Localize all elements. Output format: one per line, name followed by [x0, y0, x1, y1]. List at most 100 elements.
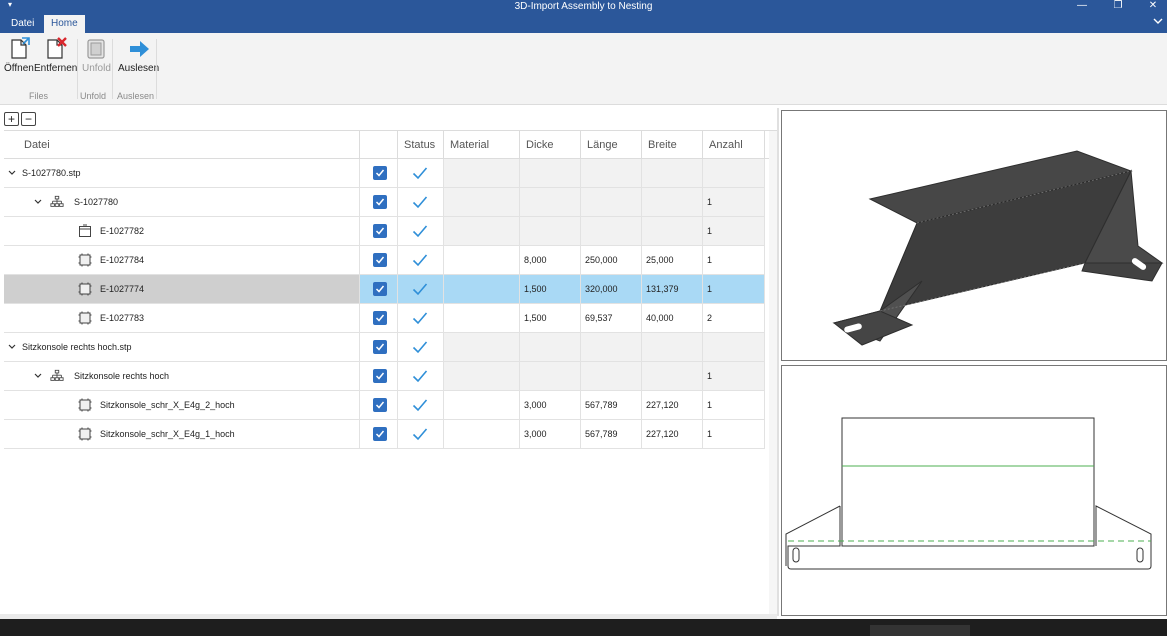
- thickness-cell: [520, 333, 581, 361]
- thickness-cell: [520, 188, 581, 216]
- width-cell: [642, 333, 703, 361]
- column-header-check[interactable]: [360, 131, 398, 159]
- status-ok-icon: [412, 254, 428, 267]
- column-header-material[interactable]: Material: [444, 131, 520, 159]
- status-cell: [398, 159, 444, 187]
- thickness-cell: 8,000: [520, 246, 581, 274]
- title-bar: ▾ 3D-Import Assembly to Nesting — ❐ ✕: [0, 0, 1167, 13]
- include-checkbox[interactable]: [373, 166, 387, 180]
- include-checkbox[interactable]: [373, 369, 387, 383]
- include-cell: [360, 159, 398, 187]
- status-cell: [398, 333, 444, 361]
- panel-splitter[interactable]: [777, 108, 779, 616]
- read-button[interactable]: Auslesen: [118, 37, 159, 75]
- column-header-length[interactable]: Länge: [581, 131, 642, 159]
- length-cell: 69,537: [581, 304, 642, 332]
- close-button[interactable]: ✕: [1145, 0, 1161, 12]
- remove-button[interactable]: Entfernen: [34, 37, 77, 75]
- status-cell: [398, 188, 444, 216]
- status-cell: [398, 420, 444, 448]
- file-name: Sitzkonsole_schr_X_E4g_1_hoch: [100, 429, 235, 439]
- file-cell[interactable]: E-1027783: [4, 304, 360, 332]
- file-name: Sitzkonsole_schr_X_E4g_2_hoch: [100, 400, 235, 410]
- thickness-cell: 1,500: [520, 304, 581, 332]
- include-checkbox[interactable]: [373, 340, 387, 354]
- include-checkbox[interactable]: [373, 427, 387, 441]
- column-header-thickness[interactable]: Dicke: [520, 131, 581, 159]
- grid-vertical-scrollbar[interactable]: [769, 131, 777, 615]
- include-cell: [360, 246, 398, 274]
- file-cell[interactable]: S-1027780.stp: [4, 159, 360, 187]
- file-cell[interactable]: E-1027774: [4, 275, 360, 303]
- thickness-cell: 1,500: [520, 275, 581, 303]
- table-row[interactable]: E-1027774 1,500 320,000 131,379 1: [4, 275, 765, 304]
- table-row[interactable]: Sitzkonsole rechts hoch.stp: [4, 333, 765, 362]
- include-checkbox[interactable]: [373, 195, 387, 209]
- ribbon-collapse-icon[interactable]: [1153, 16, 1163, 26]
- material-cell: [444, 333, 520, 361]
- include-checkbox[interactable]: [373, 224, 387, 238]
- tab-home[interactable]: Home: [44, 15, 85, 33]
- open-button[interactable]: Öffnen: [4, 37, 34, 75]
- arrow-right-icon: [129, 41, 149, 57]
- file-cell[interactable]: E-1027782: [4, 217, 360, 245]
- include-checkbox[interactable]: [373, 253, 387, 267]
- thickness-cell: [520, 362, 581, 390]
- file-name: E-1027782: [100, 226, 145, 236]
- material-cell: [444, 217, 520, 245]
- include-cell: [360, 420, 398, 448]
- file-cell[interactable]: Sitzkonsole rechts hoch: [4, 362, 360, 390]
- table-row[interactable]: S-1027780.stp: [4, 159, 765, 188]
- tab-datei[interactable]: Datei: [4, 15, 41, 33]
- group-label-unfold: Unfold: [80, 91, 107, 101]
- expand-all-button[interactable]: +: [4, 112, 19, 126]
- file-name: E-1027784: [100, 255, 145, 265]
- tree-toolbar: + −: [4, 112, 38, 126]
- count-cell: 1: [703, 217, 765, 245]
- unfold-button[interactable]: Unfold: [82, 37, 111, 75]
- count-cell: [703, 333, 765, 361]
- table-row[interactable]: Sitzkonsole rechts hoch 1: [4, 362, 765, 391]
- width-cell: [642, 362, 703, 390]
- table-row[interactable]: E-1027784 8,000 250,000 25,000 1: [4, 246, 765, 275]
- status-cell: [398, 217, 444, 245]
- window-title: 3D-Import Assembly to Nesting: [514, 1, 653, 12]
- file-cell[interactable]: Sitzkonsole_schr_X_E4g_2_hoch: [4, 391, 360, 419]
- count-cell: 2: [703, 304, 765, 332]
- include-checkbox[interactable]: [373, 282, 387, 296]
- status-bar-button[interactable]: [870, 625, 970, 636]
- column-header-width[interactable]: Breite: [642, 131, 703, 159]
- length-cell: [581, 159, 642, 187]
- include-cell: [360, 304, 398, 332]
- status-ok-icon: [412, 312, 428, 325]
- preview-3d[interactable]: [781, 110, 1167, 361]
- minimize-button[interactable]: —: [1074, 0, 1090, 12]
- length-cell: 567,789: [581, 391, 642, 419]
- table-row[interactable]: Sitzkonsole_schr_X_E4g_1_hoch 3,000 567,78…: [4, 420, 765, 449]
- remove-button-label: Entfernen: [34, 63, 78, 74]
- material-cell: [444, 188, 520, 216]
- table-row[interactable]: E-1027783 1,500 69,537 40,000 2: [4, 304, 765, 333]
- include-checkbox[interactable]: [373, 311, 387, 325]
- maximize-button[interactable]: ❐: [1110, 0, 1126, 12]
- file-cell[interactable]: S-1027780: [4, 188, 360, 216]
- file-cell[interactable]: E-1027784: [4, 246, 360, 274]
- file-cell[interactable]: Sitzkonsole_schr_X_E4g_1_hoch: [4, 420, 360, 448]
- collapse-all-button[interactable]: −: [21, 112, 36, 126]
- length-cell: 567,789: [581, 420, 642, 448]
- file-cell[interactable]: Sitzkonsole rechts hoch.stp: [4, 333, 360, 361]
- table-row[interactable]: S-1027780 1: [4, 188, 765, 217]
- material-cell: [444, 391, 520, 419]
- column-header-status[interactable]: Status: [398, 131, 444, 159]
- column-header-count[interactable]: Anzahl: [703, 131, 765, 159]
- table-row[interactable]: E-1027782 1: [4, 217, 765, 246]
- status-cell: [398, 304, 444, 332]
- status-ok-icon: [412, 167, 428, 180]
- table-row[interactable]: Sitzkonsole_schr_X_E4g_2_hoch 3,000 567,78…: [4, 391, 765, 420]
- status-ok-icon: [412, 196, 428, 209]
- column-header-file[interactable]: Datei: [4, 131, 360, 159]
- include-checkbox[interactable]: [373, 398, 387, 412]
- file-name: E-1027783: [100, 313, 145, 323]
- length-cell: [581, 333, 642, 361]
- preview-2d-unfolded[interactable]: [781, 365, 1167, 616]
